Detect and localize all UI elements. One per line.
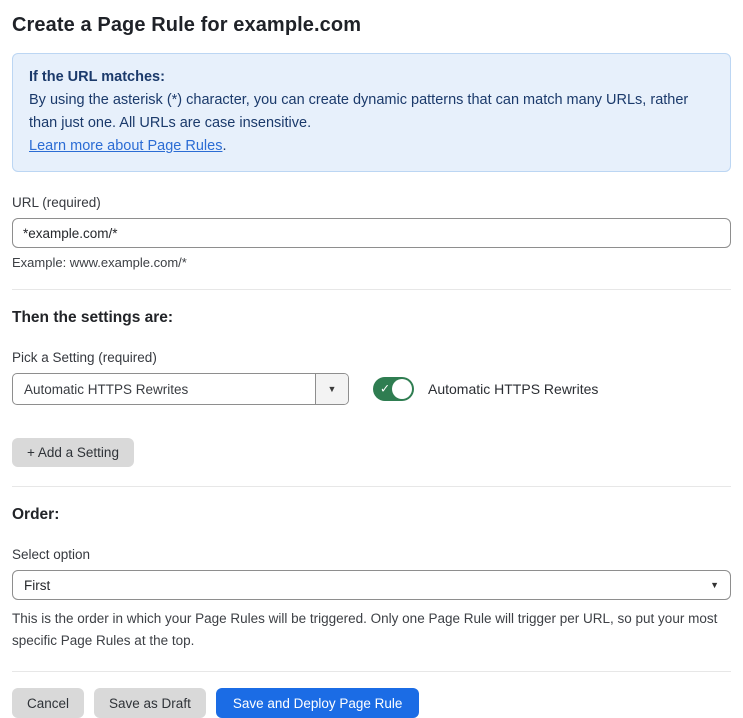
footer-actions: Cancel Save as Draft Save and Deploy Pag… — [12, 688, 731, 718]
chevron-down-icon: ▼ — [327, 384, 337, 394]
https-rewrites-toggle-wrap: ✓ Automatic HTTPS Rewrites — [373, 377, 598, 401]
divider — [12, 289, 731, 290]
url-field-label: URL (required) — [12, 195, 101, 210]
check-icon: ✓ — [380, 381, 391, 396]
add-setting-button[interactable]: + Add a Setting — [12, 438, 134, 467]
order-select-value: First — [24, 577, 51, 593]
info-box-link-line: Learn more about Page Rules. — [29, 135, 714, 158]
toggle-knob — [392, 379, 412, 399]
order-helper-text: This is the order in which your Page Rul… — [12, 611, 718, 648]
https-rewrites-toggle[interactable]: ✓ — [373, 377, 414, 401]
cancel-button[interactable]: Cancel — [12, 688, 85, 718]
order-select[interactable]: First ▼ — [12, 570, 731, 600]
divider — [12, 671, 731, 672]
setting-select[interactable]: Automatic HTTPS Rewrites ▼ — [12, 373, 349, 405]
page-rule-form: Create a Page Rule for example.com If th… — [0, 0, 743, 718]
url-example-helper: Example: www.example.com/* — [12, 255, 187, 270]
setting-picker-label: Pick a Setting (required) — [12, 350, 157, 365]
learn-more-link[interactable]: Learn more about Page Rules — [29, 138, 222, 154]
order-select-label: Select option — [12, 547, 91, 562]
save-and-deploy-button[interactable]: Save and Deploy Page Rule — [215, 688, 420, 718]
setting-row: Automatic HTTPS Rewrites ▼ ✓ Automatic H… — [12, 373, 731, 405]
order-section-heading: Order: — [12, 506, 60, 523]
link-suffix: . — [222, 138, 227, 154]
toggle-label: Automatic HTTPS Rewrites — [428, 381, 599, 397]
settings-section-heading: Then the settings are: — [12, 309, 174, 326]
chevron-down-icon: ▼ — [710, 580, 719, 590]
url-input[interactable] — [12, 218, 731, 248]
setting-select-value: Automatic HTTPS Rewrites — [24, 381, 189, 397]
setting-select-arrow-button[interactable]: ▼ — [315, 374, 348, 404]
url-match-info-box: If the URL matches: By using the asteris… — [12, 53, 731, 172]
page-title: Create a Page Rule for example.com — [12, 14, 362, 36]
info-box-heading: If the URL matches: — [29, 69, 165, 85]
divider — [12, 486, 731, 487]
info-box-body: By using the asterisk (*) character, you… — [29, 92, 689, 131]
save-as-draft-button[interactable]: Save as Draft — [94, 688, 206, 718]
